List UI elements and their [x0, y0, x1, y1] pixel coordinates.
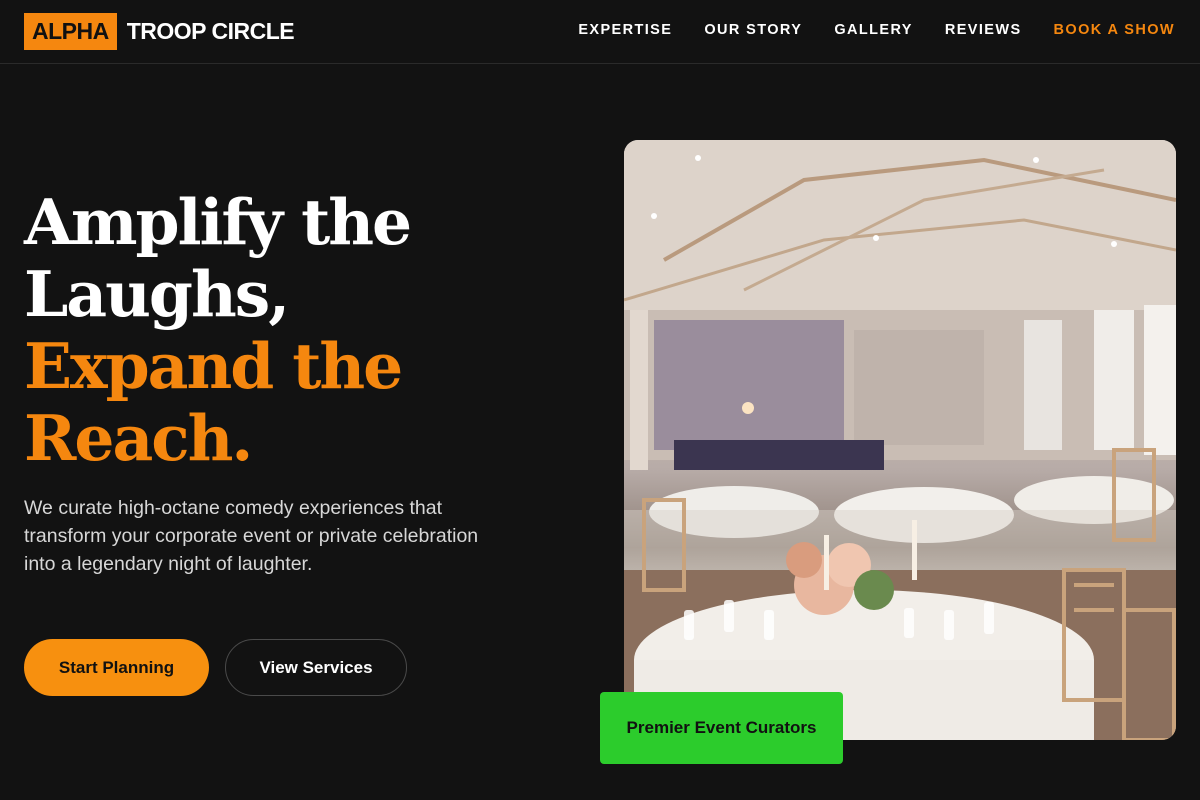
hero-description: We curate high-octane comedy experiences…	[24, 497, 479, 575]
view-services-button[interactable]: View Services	[225, 639, 407, 696]
nav-link-our-story[interactable]: OUR STORY	[704, 22, 802, 38]
nav-link-reviews[interactable]: REVIEWS	[945, 22, 1022, 38]
brand-badge: ALPHA	[24, 13, 117, 50]
brand-logo[interactable]: ALPHA TROOP CIRCLE	[24, 13, 295, 50]
venue-illustration	[624, 140, 1176, 740]
nav-link-book-a-show[interactable]: BOOK A SHOW	[1054, 22, 1175, 38]
nav-link-expertise[interactable]: EXPERTISE	[578, 22, 672, 38]
premier-event-curators-badge: Premier Event Curators	[600, 692, 843, 764]
brand-name: TROOP CIRCLE	[126, 18, 295, 44]
hero-headline: Amplify the Laughs, Expand the Reach.	[24, 185, 412, 475]
headline-line-3: Expand the	[24, 329, 403, 403]
nav-link-gallery[interactable]: GALLERY	[834, 22, 913, 38]
top-navbar: ALPHA TROOP CIRCLE EXPERTISE OUR STORY G…	[0, 0, 1200, 64]
headline-line-1: Amplify the	[24, 185, 412, 259]
start-planning-button[interactable]: Start Planning	[24, 639, 209, 696]
headline-line-2: Laughs,	[24, 257, 290, 331]
nav-links: EXPERTISE OUR STORY GALLERY REVIEWS BOOK…	[578, 22, 1175, 38]
hero-venue-image	[624, 140, 1176, 740]
headline-line-4: Reach.	[24, 401, 253, 475]
